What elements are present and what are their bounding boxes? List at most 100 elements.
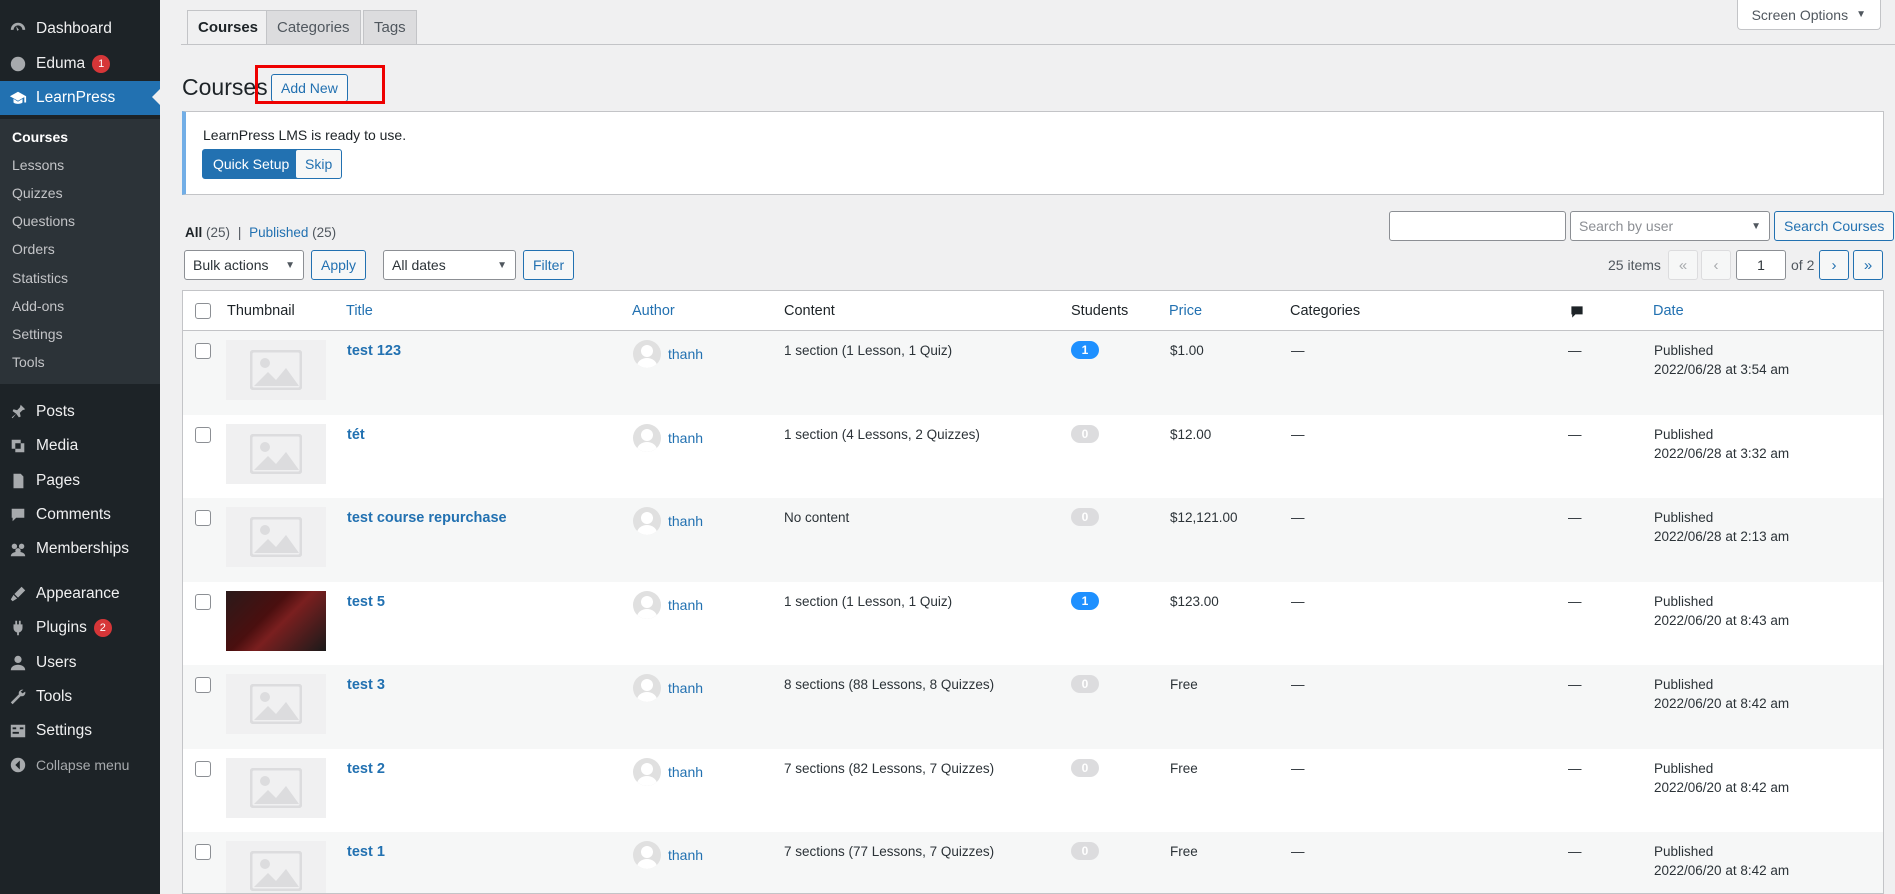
collapse-menu-button[interactable]: Collapse menu xyxy=(0,748,160,782)
column-price[interactable]: Price xyxy=(1169,303,1202,319)
skip-button[interactable]: Skip xyxy=(295,149,343,179)
comments-count: — xyxy=(1568,593,1582,609)
author-link[interactable]: thanh xyxy=(668,764,703,780)
screen-options-button[interactable]: Screen Options ▼ xyxy=(1736,0,1881,30)
course-title-link[interactable]: test course repurchase xyxy=(347,510,507,526)
sidebar-item-tools[interactable]: Tools xyxy=(0,680,160,714)
filter-published-link[interactable]: Published xyxy=(249,225,308,240)
tab-courses[interactable]: Courses xyxy=(187,10,270,45)
status-filter-links: All (25) | Published (25) xyxy=(185,225,337,240)
last-page-button[interactable]: » xyxy=(1853,250,1883,280)
submenu-courses[interactable]: Courses xyxy=(12,129,68,145)
sidebar-item-eduma[interactable]: Eduma 1 xyxy=(0,47,160,81)
sidebar-item-users[interactable]: Users xyxy=(0,646,160,680)
date-filter-select[interactable]: All dates ▼ xyxy=(383,250,516,280)
course-title-link[interactable]: tét xyxy=(347,427,365,443)
row-checkbox[interactable] xyxy=(195,510,211,526)
course-title-link[interactable]: test 123 xyxy=(347,343,401,359)
submenu-orders[interactable]: Orders xyxy=(12,241,55,257)
course-thumbnail[interactable] xyxy=(226,507,326,567)
avatar xyxy=(633,757,661,786)
author-link[interactable]: thanh xyxy=(668,847,703,863)
course-thumbnail[interactable] xyxy=(226,590,326,651)
course-thumbnail[interactable] xyxy=(226,423,326,484)
tab-tags[interactable]: Tags xyxy=(363,10,417,45)
course-categories: — xyxy=(1291,426,1305,442)
bulk-actions-select[interactable]: Bulk actions ▼ xyxy=(184,250,304,280)
author-link[interactable]: thanh xyxy=(668,513,703,529)
sidebar-item-settings[interactable]: Settings xyxy=(0,714,160,748)
quick-setup-button[interactable]: Quick Setup xyxy=(202,149,301,179)
first-page-button[interactable]: « xyxy=(1668,250,1698,280)
course-price: $123.00 xyxy=(1170,593,1219,609)
submenu-questions[interactable]: Questions xyxy=(12,213,75,229)
submenu-add-ons[interactable]: Add-ons xyxy=(12,298,64,314)
row-checkbox[interactable] xyxy=(195,343,211,359)
author-link[interactable]: thanh xyxy=(668,346,703,362)
sidebar-item-dashboard[interactable]: Dashboard xyxy=(0,12,160,46)
author-link[interactable]: thanh xyxy=(668,597,703,613)
apply-button[interactable]: Apply xyxy=(311,250,367,280)
avatar xyxy=(633,590,661,619)
submenu-lessons[interactable]: Lessons xyxy=(12,157,64,173)
next-page-button[interactable]: › xyxy=(1819,250,1849,280)
current-page-input[interactable]: 1 xyxy=(1736,250,1786,280)
course-title-link[interactable]: test 5 xyxy=(347,594,385,610)
course-title-link[interactable]: test 1 xyxy=(347,844,385,860)
course-thumbnail[interactable] xyxy=(226,757,326,818)
row-checkbox[interactable] xyxy=(195,593,211,610)
sidebar-item-comments[interactable]: Comments xyxy=(0,498,160,532)
row-checkbox[interactable] xyxy=(195,760,211,777)
sidebar-item-pages[interactable]: Pages xyxy=(0,464,160,498)
course-price: $1.00 xyxy=(1170,343,1204,358)
sidebar-item-appearance[interactable]: Appearance xyxy=(0,577,160,611)
course-title-link[interactable]: test 3 xyxy=(347,677,385,693)
column-title[interactable]: Title xyxy=(346,303,373,319)
column-author[interactable]: Author xyxy=(632,303,675,319)
dashboard-icon xyxy=(0,20,36,38)
sidebar-item-memberships[interactable]: Memberships xyxy=(0,532,160,566)
row-checkbox[interactable] xyxy=(195,677,211,693)
chevron-down-icon: ▼ xyxy=(1751,221,1761,232)
avatar xyxy=(633,674,661,702)
filter-button[interactable]: Filter xyxy=(523,250,575,280)
select-all-checkbox[interactable] xyxy=(195,303,211,319)
row-checkbox[interactable] xyxy=(195,426,211,443)
course-title-link[interactable]: test 2 xyxy=(347,761,385,777)
users-icon xyxy=(0,654,36,672)
course-date: 2022/06/28 at 3:54 am xyxy=(1654,362,1790,377)
search-courses-button[interactable]: Search Courses xyxy=(1774,211,1895,241)
author-link[interactable]: thanh xyxy=(668,430,703,446)
submenu-settings[interactable]: Settings xyxy=(12,326,63,342)
course-thumbnail[interactable] xyxy=(226,841,326,893)
submenu-tools[interactable]: Tools xyxy=(12,354,45,370)
avatar xyxy=(633,340,661,368)
submenu-statistics[interactable]: Statistics xyxy=(12,270,68,286)
course-thumbnail[interactable] xyxy=(226,340,326,400)
column-content: Content xyxy=(784,303,835,319)
tab-categories[interactable]: Categories xyxy=(266,10,361,45)
students-count: 1 xyxy=(1071,591,1099,610)
course-thumbnail[interactable] xyxy=(226,674,326,734)
course-price: Free xyxy=(1170,760,1198,776)
filter-all-link[interactable]: All xyxy=(185,225,202,240)
course-status: Published xyxy=(1654,510,1714,525)
course-price: Free xyxy=(1170,677,1198,692)
submenu-quizzes[interactable]: Quizzes xyxy=(12,185,63,201)
sidebar-item-media[interactable]: Media xyxy=(0,429,160,463)
prev-page-button[interactable]: ‹ xyxy=(1701,250,1731,280)
column-date[interactable]: Date xyxy=(1653,303,1684,319)
sidebar-item-label: Comments xyxy=(36,506,111,523)
course-date: 2022/06/20 at 8:43 am xyxy=(1654,612,1790,628)
settings-icon xyxy=(0,722,36,740)
sidebar-item-posts[interactable]: Posts xyxy=(0,395,160,429)
author-link[interactable]: thanh xyxy=(668,680,703,696)
students-count: 1 xyxy=(1071,341,1099,359)
sidebar-item-learnpress[interactable]: LearnPress xyxy=(0,81,160,115)
search-by-user-select[interactable]: Search by user ▼ xyxy=(1570,211,1770,241)
bulk-actions-label: Bulk actions xyxy=(193,257,269,273)
sidebar-item-plugins[interactable]: Plugins 2 xyxy=(0,611,160,645)
table-row: test course repurchase thanh No content 0 $1… xyxy=(183,498,1883,582)
search-input[interactable] xyxy=(1389,211,1566,241)
row-checkbox[interactable] xyxy=(195,844,211,860)
